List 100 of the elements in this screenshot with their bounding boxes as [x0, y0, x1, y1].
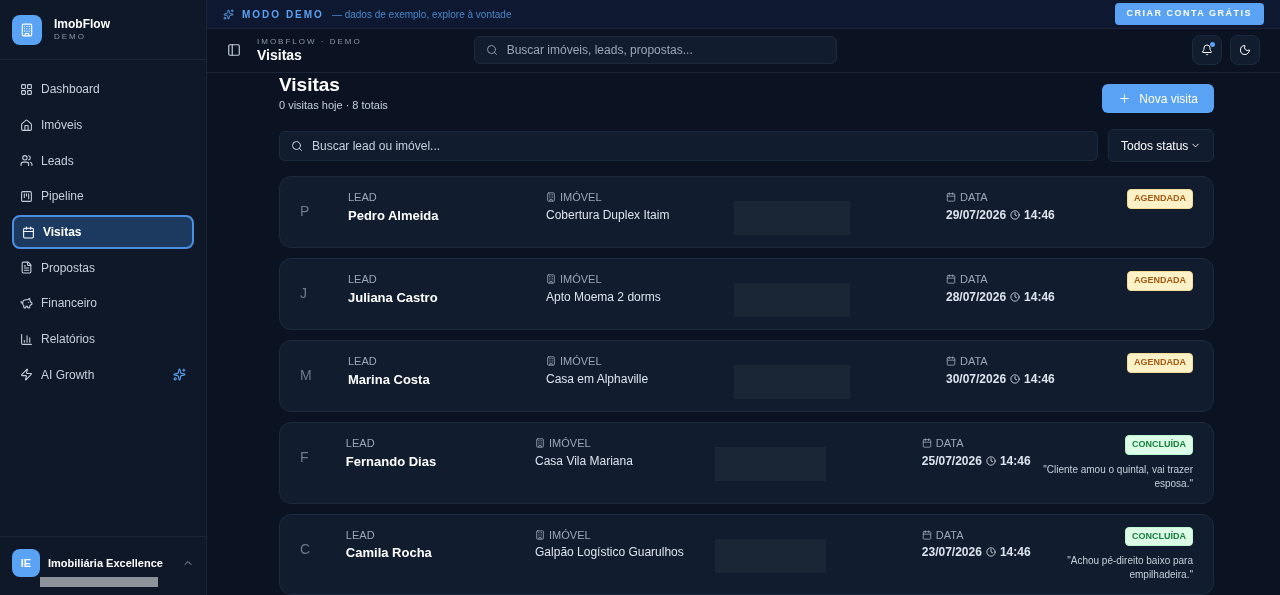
calendar-icon	[921, 529, 932, 540]
calendar-icon	[921, 438, 932, 449]
visit-time: 14:46	[1024, 370, 1055, 388]
visit-date: 23/07/2026	[921, 544, 982, 561]
sidebar-item[interactable]: Leads	[12, 143, 194, 179]
logo-icon	[12, 14, 42, 45]
status-badge: AGENDADA	[1127, 189, 1193, 209]
brand-tag: DEMO	[54, 32, 110, 42]
clock-icon	[1010, 209, 1021, 220]
sidebar-toggle-icon[interactable]	[227, 43, 241, 58]
clock-icon	[1010, 373, 1021, 384]
lead-initial: P	[300, 202, 311, 221]
lead-name: Juliana Castro	[348, 288, 439, 307]
lead-name: Fernando Dias	[345, 452, 438, 471]
sidebar-item[interactable]: Propostas	[12, 250, 194, 286]
status-filter-dropdown[interactable]: Todos status	[1108, 129, 1214, 162]
visit-time: 14:46	[999, 452, 1031, 470]
property-label: IMÓVEL	[560, 354, 602, 369]
sidebar-item[interactable]: Visitas	[12, 214, 194, 250]
visit-card[interactable]: J LEAD Juliana Castro IMÓVEL Apto Moema 2 dorms DATA 28/07/2026 14:46 AGENDADA	[279, 258, 1214, 330]
users-icon	[20, 154, 33, 168]
brand-name: ImobFlow	[54, 17, 110, 32]
property-name: Casa em Alphaville	[546, 370, 650, 388]
property-name: Cobertura Duplex Itaim	[546, 206, 671, 224]
date-label: DATA	[935, 436, 964, 451]
sparkle-icon	[223, 8, 234, 20]
clock-icon	[1010, 291, 1021, 302]
lead-initial: M	[300, 366, 313, 385]
theme-toggle-button[interactable]	[1230, 35, 1260, 66]
global-search-field[interactable]: Buscar imóveis, leads, propostas...	[473, 36, 837, 65]
lead-name: Marina Costa	[348, 370, 431, 389]
property-name: Casa Vila Mariana	[535, 452, 634, 470]
visit-search-field[interactable]: Buscar lead ou imóvel...	[279, 130, 1098, 161]
visit-date: 29/07/2026	[946, 206, 1007, 224]
plus-icon	[1118, 92, 1132, 105]
search-icon	[485, 44, 498, 57]
date-label: DATA	[960, 272, 988, 287]
account-avatar: IE	[12, 549, 40, 577]
lead-label: LEAD	[348, 190, 378, 205]
sidebar-item[interactable]: Dashboard	[12, 72, 194, 107]
lead-initial: C	[300, 539, 312, 559]
sidebar-item[interactable]: Pipeline	[12, 179, 194, 214]
piggy-bank-icon	[20, 296, 33, 310]
lead-label: LEAD	[348, 354, 378, 369]
board-icon	[20, 189, 33, 203]
property-name: Apto Moema 2 dorms	[546, 288, 662, 306]
property-label: IMÓVEL	[549, 527, 591, 543]
property-name: Galpão Logístico Guarulhos	[535, 544, 685, 561]
sidebar-item[interactable]: Relatórios	[12, 321, 194, 357]
visit-card[interactable]: P LEAD Pedro Almeida IMÓVEL Cobertura Duplex Itaim DATA 29/07/2026 14:46 AGENDADA	[279, 176, 1214, 248]
property-label: IMÓVEL	[549, 436, 591, 451]
bell-icon	[1201, 44, 1213, 57]
search-icon	[291, 139, 303, 152]
lead-label: LEAD	[345, 436, 376, 451]
page-title: Visitas	[279, 72, 341, 97]
lightning-icon	[20, 368, 33, 382]
grid-icon	[20, 82, 33, 96]
status-badge: AGENDADA	[1127, 353, 1193, 373]
visit-time: 14:46	[1024, 206, 1055, 224]
calendar-icon	[946, 274, 956, 285]
lead-initial: F	[300, 448, 310, 467]
bar-chart-icon	[20, 332, 33, 346]
sidebar-item[interactable]: Imóveis	[12, 107, 194, 143]
building-icon	[546, 192, 556, 203]
sidebar-item[interactable]: AI Growth	[12, 357, 194, 393]
calendar-icon	[946, 356, 956, 367]
lead-initial: J	[300, 284, 308, 303]
header-title: Visitas	[257, 46, 303, 65]
visit-note: "Achou pé-direito baixo para empilhadeira."	[1066, 554, 1193, 582]
account-name: Imobiliária Excellence	[48, 555, 163, 571]
status-badge: AGENDADA	[1127, 271, 1193, 291]
property-label: IMÓVEL	[560, 272, 602, 287]
calendar-icon	[946, 192, 956, 203]
visit-time: 14:46	[1024, 288, 1055, 306]
building-icon	[546, 356, 556, 367]
clock-icon	[985, 547, 996, 557]
visit-time: 14:46	[999, 544, 1031, 561]
lead-label: LEAD	[348, 272, 378, 287]
date-label: DATA	[960, 354, 988, 369]
clock-icon	[985, 455, 996, 466]
visit-card[interactable]: F LEAD Fernando Dias IMÓVEL Casa Vila Mariana DATA 25/07/2026 14:46 CONCLUÍDA "Cliente amou o quintal, vai trazer esposa."	[279, 422, 1214, 504]
sidebar-item[interactable]: Financeiro	[12, 286, 194, 321]
demo-mode-label: MODO DEMO	[242, 7, 324, 22]
visit-card[interactable]: C LEAD Camila Rocha IMÓVEL Galpão Logístico Guarulhos DATA 23/07/2026 14:46 CONCLUÍDA "Achou pé-direito baixo para empilhadeira."	[279, 513, 1214, 595]
visit-date: 28/07/2026	[946, 288, 1007, 306]
building-icon	[535, 438, 546, 449]
lead-name: Pedro Almeida	[348, 206, 440, 225]
date-label: DATA	[935, 527, 964, 543]
date-label: DATA	[960, 190, 988, 205]
notifications-button[interactable]	[1192, 35, 1222, 66]
visit-date: 30/07/2026	[946, 370, 1007, 388]
building-icon	[535, 529, 546, 540]
visit-date: 25/07/2026	[921, 452, 982, 470]
moon-icon	[1239, 44, 1251, 57]
property-label: IMÓVEL	[560, 190, 602, 205]
lead-name: Camila Rocha	[345, 544, 433, 562]
building-icon	[546, 274, 556, 285]
visit-card[interactable]: M LEAD Marina Costa IMÓVEL Casa em Alphaville DATA 30/07/2026 14:46 AGENDADA	[279, 340, 1214, 412]
home-icon	[20, 118, 33, 132]
lead-label: LEAD	[345, 527, 376, 543]
